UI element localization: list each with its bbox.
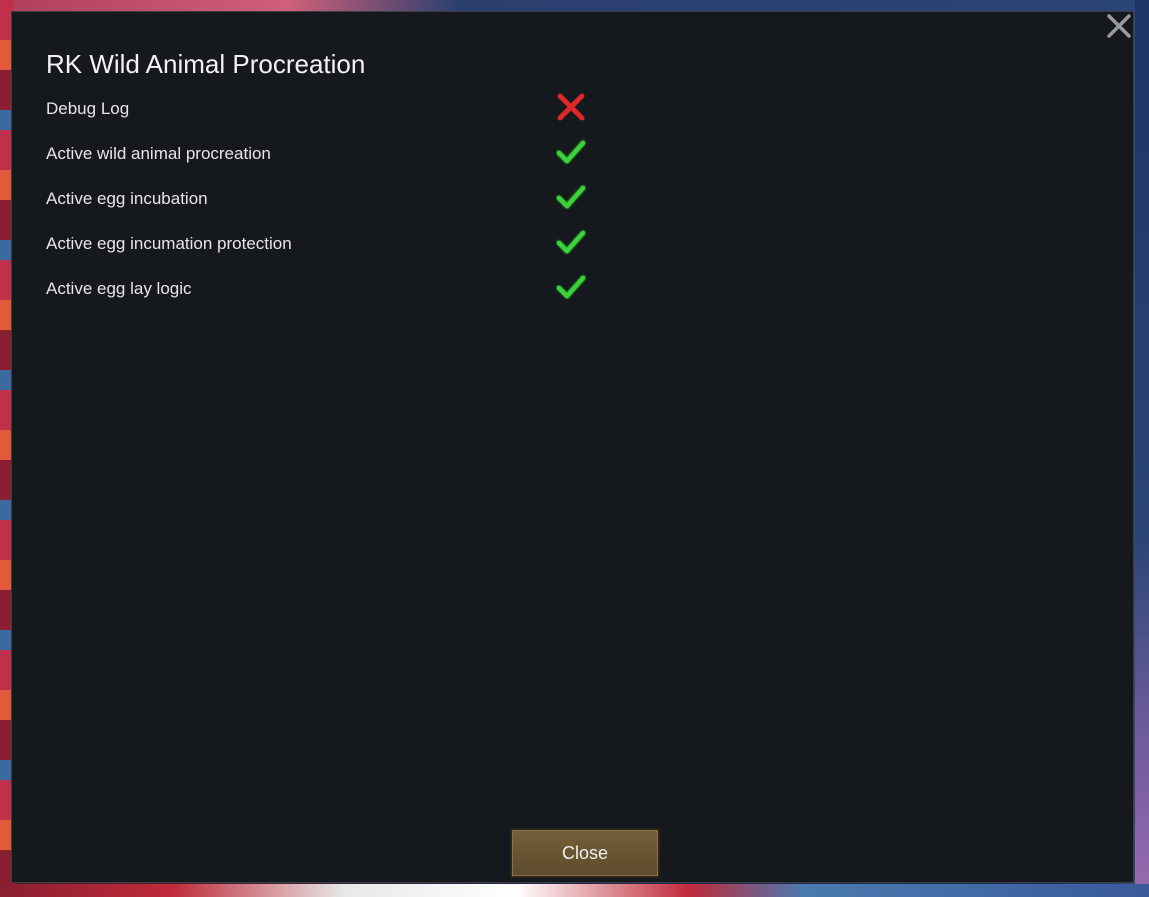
setting-row-egg-lay-logic: Active egg lay logic: [46, 272, 606, 306]
setting-label: Active egg lay logic: [46, 279, 192, 298]
setting-row-egg-incubation: Active egg incubation: [46, 182, 606, 216]
mod-settings-dialog: RK Wild Animal Procreation Debug Log Act…: [11, 11, 1134, 883]
setting-toggle-wild-animal-procreation[interactable]: [555, 137, 587, 167]
setting-toggle-egg-incubation[interactable]: [555, 182, 587, 212]
setting-label: Active wild animal procreation: [46, 144, 271, 163]
setting-row-debug-log: Debug Log: [46, 92, 606, 126]
setting-label: Active egg incubation: [46, 189, 208, 208]
checkmark-icon: [555, 274, 587, 300]
setting-toggle-egg-lay-logic[interactable]: [555, 272, 587, 302]
cross-icon: [557, 93, 585, 121]
checkmark-icon: [555, 184, 587, 210]
checkmark-icon: [555, 229, 587, 255]
setting-toggle-egg-incubation-protection[interactable]: [555, 227, 587, 257]
setting-toggle-debug-log[interactable]: [556, 92, 586, 122]
close-x-icon[interactable]: [1105, 12, 1133, 40]
setting-row-wild-animal-procreation: Active wild animal procreation: [46, 137, 606, 171]
close-button[interactable]: Close: [510, 828, 660, 878]
setting-label: Active egg incumation protection: [46, 234, 292, 253]
setting-label: Debug Log: [46, 99, 130, 118]
background-art-right: [1135, 0, 1149, 897]
checkmark-icon: [555, 139, 587, 165]
setting-row-egg-incubation-protection: Active egg incumation protection: [46, 227, 606, 261]
dialog-title: RK Wild Animal Procreation: [46, 49, 366, 79]
background-art-bottom: [0, 884, 1149, 897]
